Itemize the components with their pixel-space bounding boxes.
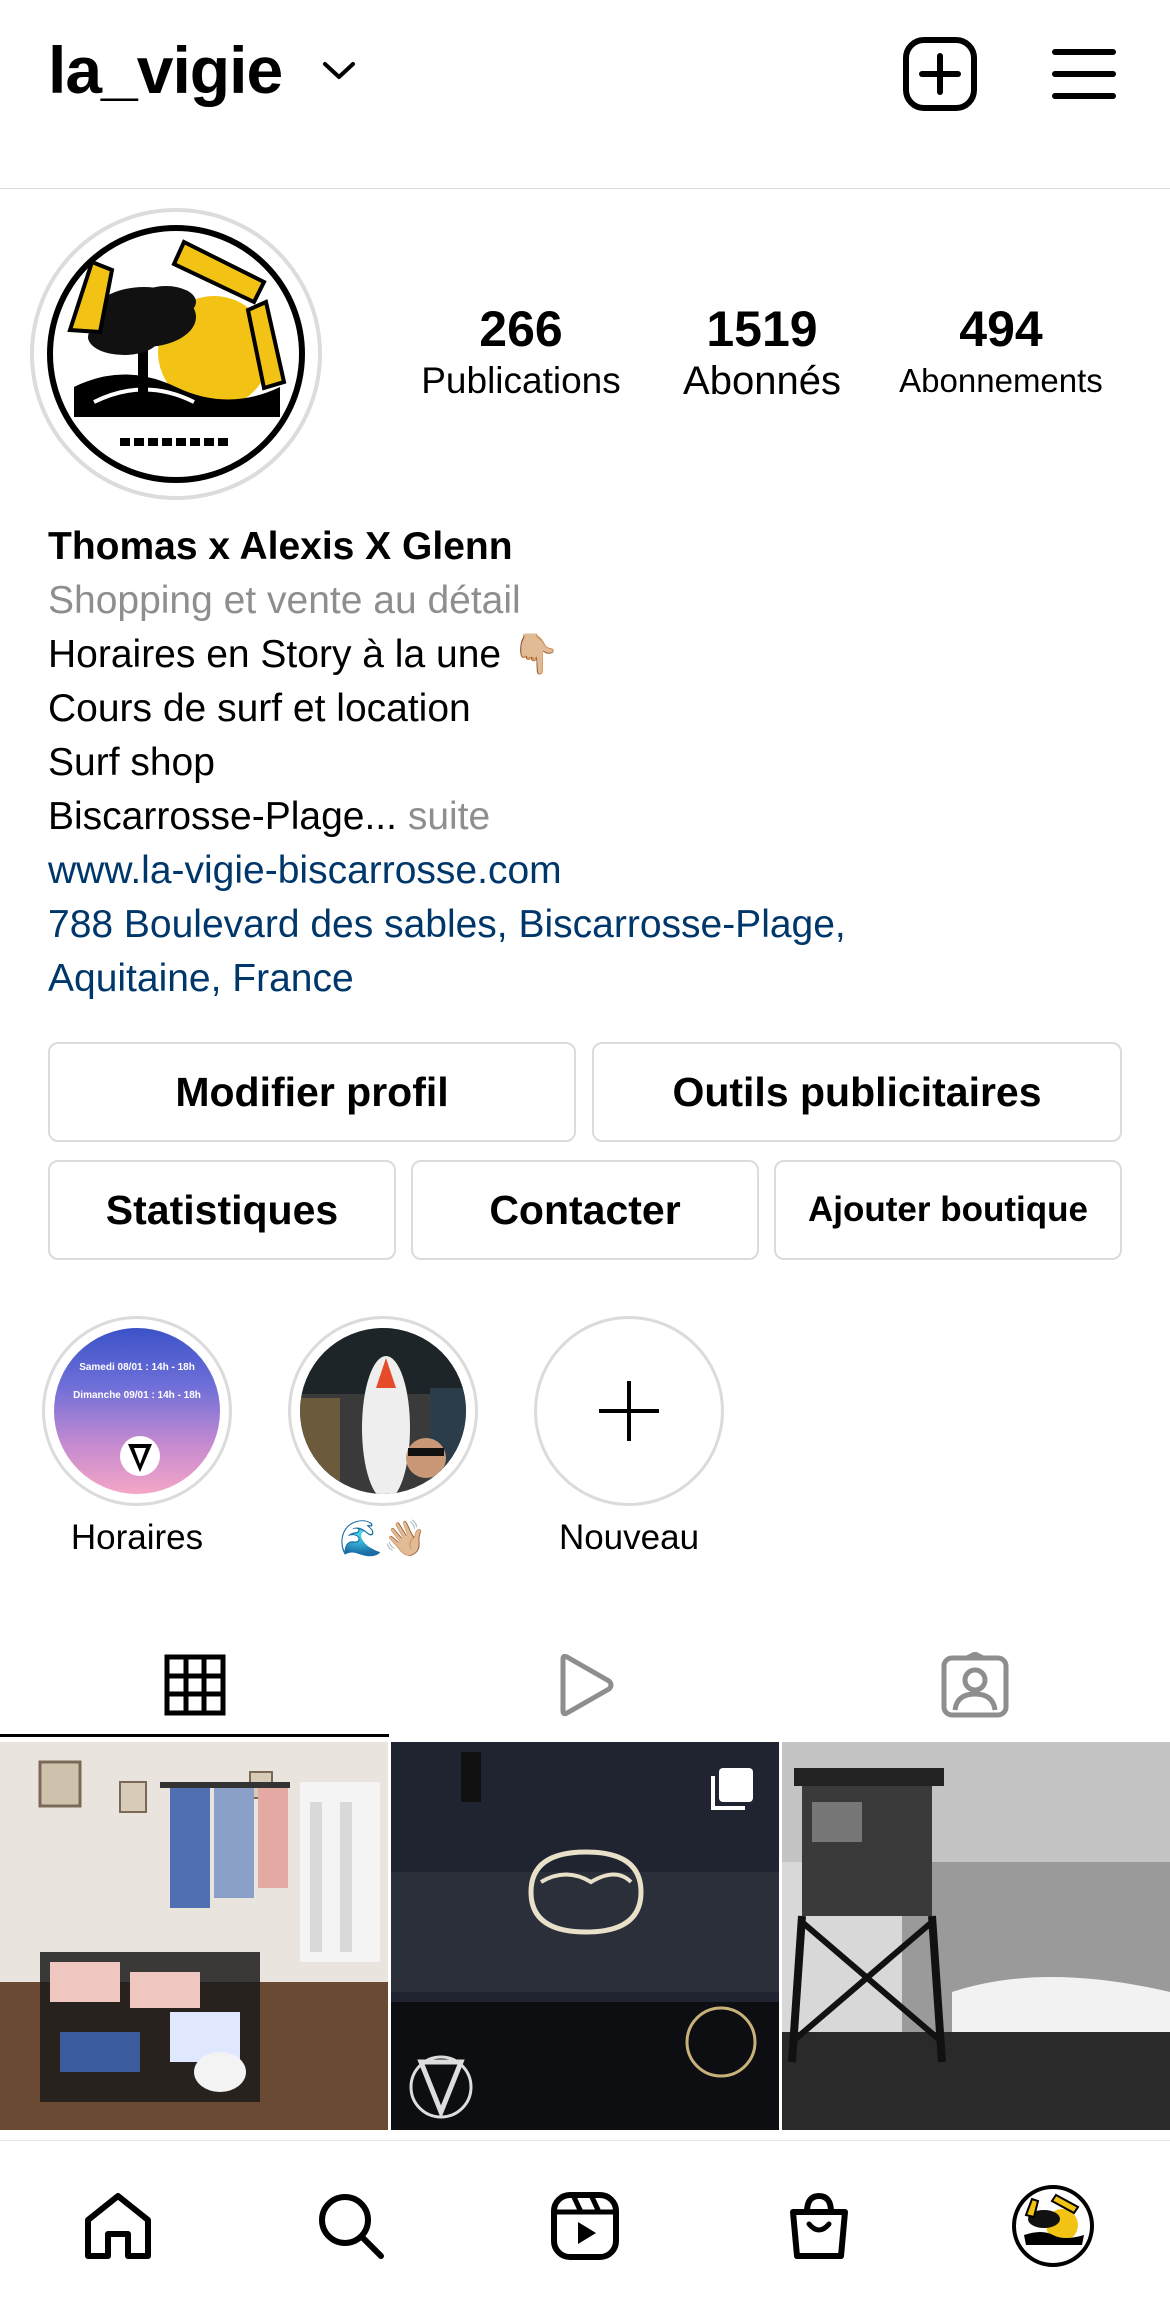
contact-button[interactable]: Contacter (411, 1160, 759, 1260)
profile-avatar (1012, 2185, 1094, 2267)
stat-value: 1519 (706, 301, 818, 357)
bio-line-truncated: Biscarrosse-Plage... suite (48, 790, 1118, 844)
tab-tagged[interactable] (780, 1630, 1170, 1740)
post-thumbnail[interactable] (782, 1742, 1170, 2130)
tagged-icon (941, 1652, 1009, 1718)
chevron-down-icon[interactable] (322, 60, 356, 82)
tab-reels[interactable] (390, 1630, 780, 1740)
bio-line: Surf shop (48, 741, 215, 784)
grid-icon (164, 1654, 226, 1716)
more-link[interactable]: suite (408, 795, 490, 838)
post-thumbnail[interactable] (0, 1742, 388, 2130)
post-image-lifeguard-tower (782, 1742, 1170, 2130)
nav-profile[interactable] (1008, 2181, 1098, 2271)
profile-avatar-large[interactable] (30, 208, 322, 500)
highlight-horaires[interactable]: Samedi 08/01 : 14h - 18h Dimanche 09/01 … (42, 1316, 232, 1558)
highlight-ring: Samedi 08/01 : 14h - 18h Dimanche 09/01 … (42, 1316, 232, 1506)
surfboard-photo (300, 1356, 466, 1494)
address-link-line2[interactable]: Aquitaine, France (48, 952, 1118, 1006)
stat-following[interactable]: 494 Abonnements (886, 300, 1116, 404)
highlight-thumbnail (300, 1328, 466, 1494)
active-tab-indicator (0, 1734, 389, 1737)
ad-tools-button[interactable]: Outils publicitaires (592, 1042, 1122, 1142)
bio-line: Horaires en Story à la une 👇🏼 (48, 633, 561, 676)
stat-publications[interactable]: 266 Publications (406, 300, 636, 404)
add-shop-button[interactable]: Ajouter boutique (774, 1160, 1122, 1260)
home-icon (85, 2193, 151, 2259)
stat-label: Abonnés (683, 359, 841, 403)
stat-value: 266 (479, 301, 563, 357)
highlight-thumb-text: Dimanche 09/01 : 14h - 18h (73, 1390, 201, 1401)
insights-button[interactable]: Statistiques (48, 1160, 396, 1260)
profile-tabs (0, 1630, 1170, 1740)
stat-value: 494 (959, 301, 1043, 357)
edit-profile-button[interactable]: Modifier profil (48, 1042, 576, 1142)
highlight-label: Nouveau (558, 1518, 700, 1557)
address-link-line1[interactable]: 788 Boulevard des sables, Biscarrosse-Pl… (48, 898, 1118, 952)
highlight-label: 🌊👋🏼 (339, 1519, 427, 1558)
bio-line: Biscarrosse-Plage... (48, 795, 397, 838)
nav-home[interactable] (73, 2181, 163, 2271)
profile-bio: Thomas x Alexis X Glenn Shopping et vent… (48, 520, 1118, 1006)
plus-icon (599, 1381, 659, 1441)
highlight-thumb-text: Samedi 08/01 : 14h - 18h (79, 1362, 195, 1373)
highlight-thumbnail: Samedi 08/01 : 14h - 18h Dimanche 09/01 … (54, 1328, 220, 1494)
profile-category: Shopping et vente au détail (48, 579, 521, 622)
highlight-new[interactable]: Nouveau (534, 1316, 724, 1558)
profile-name: Thomas x Alexis X Glenn (48, 525, 513, 568)
highlight-label: Horaires (70, 1518, 204, 1557)
website-link[interactable]: www.la-vigie-biscarrosse.com (48, 844, 1118, 898)
nav-search[interactable] (306, 2181, 396, 2271)
bio-line: Cours de surf et location (48, 687, 471, 730)
stat-label: Abonnements (899, 362, 1103, 399)
highlight-surf[interactable]: 🌊👋🏼 (288, 1316, 478, 1559)
highlight-ring (288, 1316, 478, 1506)
play-icon (560, 1653, 614, 1717)
stat-label: Publications (421, 360, 621, 401)
bottom-navigation (0, 2140, 1170, 2315)
highlight-ring (534, 1316, 724, 1506)
nav-shop[interactable] (774, 2181, 864, 2271)
tab-grid[interactable] (0, 1630, 390, 1740)
post-image-store (0, 1742, 388, 2130)
username-title[interactable]: la_vigie (48, 32, 283, 108)
reels-icon (551, 2192, 619, 2260)
top-bar: la_vigie (0, 0, 1170, 189)
shop-icon (790, 2192, 848, 2259)
volcom-logo-icon (120, 1436, 160, 1476)
search-icon (319, 2194, 384, 2259)
menu-icon[interactable] (1052, 44, 1116, 104)
stat-followers[interactable]: 1519 Abonnés (647, 300, 877, 404)
post-thumbnail[interactable] (391, 1742, 779, 2130)
new-post-icon[interactable] (902, 36, 978, 112)
multiple-posts-icon (711, 1768, 753, 1810)
nav-reels[interactable] (540, 2181, 630, 2271)
surf-shop-logo (42, 220, 310, 488)
